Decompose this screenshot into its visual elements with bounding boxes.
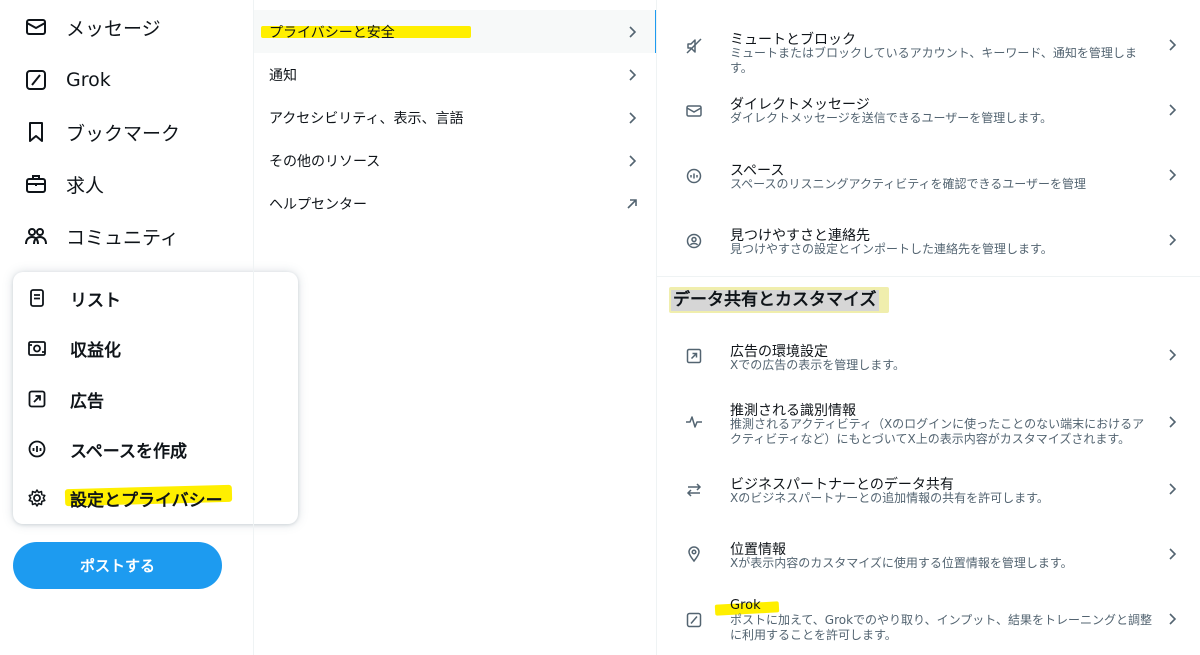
chevron-right-icon bbox=[1169, 39, 1177, 51]
privacy-item-desc: Xが表示内容のカスタマイズに使用する位置情報を管理します。 bbox=[730, 556, 1073, 570]
chevron-right-icon bbox=[1169, 483, 1177, 495]
nav-item-label: コミュニティ bbox=[66, 226, 179, 249]
people-icon bbox=[25, 228, 47, 245]
briefcase-icon bbox=[26, 175, 46, 193]
spaces-icon bbox=[686, 168, 702, 184]
nav-item-communities[interactable]: コミュニティ bbox=[24, 221, 179, 251]
privacy-item-desc: Xでの広告の表示を管理します。 bbox=[730, 358, 906, 372]
chevron-right-icon bbox=[1169, 234, 1177, 246]
nav-item-messages[interactable]: メッセージ bbox=[24, 12, 161, 42]
external-link-icon bbox=[627, 199, 637, 209]
settings-item-label: ヘルプセンター bbox=[269, 196, 367, 213]
privacy-item-desc: ミュートまたはブロックしているアカウント、キーワード、通知を管理します。 bbox=[730, 46, 1137, 75]
chevron-right-icon bbox=[1169, 548, 1177, 560]
grok-icon bbox=[26, 70, 46, 90]
monetization-icon bbox=[28, 341, 46, 356]
menu-item-monetization[interactable]: 収益化 bbox=[27, 333, 121, 363]
privacy-item-location[interactable]: 位置情報 Xが表示内容のカスタマイズに使用する位置情報を管理します。 bbox=[657, 528, 1200, 588]
privacy-item-desc: ポストに加えて、Grokでのやり取り、インプット、結果をトレーニングと調整に利用… bbox=[730, 613, 1152, 642]
privacy-item-direct-messages[interactable]: ダイレクトメッセージ ダイレクトメッセージを送信できるユーザーを管理します。 bbox=[657, 78, 1200, 138]
privacy-item-spaces[interactable]: スペース スペースのリスニングアクティビティを確認できるユーザーを管理 bbox=[657, 144, 1200, 204]
envelope-icon bbox=[26, 19, 46, 35]
privacy-item-grok[interactable]: Grok ポストに加えて、Grokでのやり取り、インプット、結果をトレーニングと… bbox=[657, 592, 1200, 652]
settings-item-label: プライバシーと安全 bbox=[269, 24, 395, 41]
nav-item-grok[interactable]: Grok bbox=[24, 65, 111, 95]
nav-item-bookmarks[interactable]: ブックマーク bbox=[24, 117, 180, 147]
exchange-icon bbox=[686, 483, 702, 497]
ads-arrow-icon bbox=[686, 348, 702, 364]
settings-menu: プライバシーと安全 通知 アクセシビリティ、表示、言語 その他のリソース ヘルプ… bbox=[253, 0, 657, 655]
menu-item-settings-privacy[interactable]: 設定とプライバシー bbox=[27, 483, 223, 513]
left-navigation: メッセージ Grok ブックマーク 求人 コミュニティ リスト 収益化 広告 ス… bbox=[0, 0, 298, 655]
envelope-icon bbox=[686, 105, 702, 117]
chevron-right-icon bbox=[629, 69, 637, 81]
settings-item-privacy-safety[interactable]: プライバシーと安全 bbox=[254, 10, 655, 53]
section-title-data-sharing: データ共有とカスタマイズ bbox=[671, 290, 879, 311]
privacy-item-inferred-identity[interactable]: 推測される識別情報 推測されるアクティビティ（Xのログインに使ったことのない端末… bbox=[657, 390, 1200, 456]
privacy-item-desc: Xのビジネスパートナーとの追加情報の共有を許可します。 bbox=[730, 491, 1049, 505]
section-divider bbox=[657, 276, 1200, 277]
chevron-right-icon bbox=[1169, 416, 1177, 428]
list-icon bbox=[30, 289, 44, 307]
chevron-right-icon bbox=[1169, 613, 1177, 625]
nav-item-label: ブックマーク bbox=[66, 122, 181, 145]
settings-item-help-center[interactable]: ヘルプセンター bbox=[254, 182, 655, 225]
menu-item-label: 広告 bbox=[70, 391, 104, 412]
privacy-item-discoverability[interactable]: 見つけやすさと連絡先 見つけやすさの設定とインポートした連絡先を管理します。 bbox=[657, 210, 1200, 270]
chevron-right-icon bbox=[1169, 104, 1177, 116]
nav-item-label: メッセージ bbox=[66, 17, 161, 40]
privacy-item-desc: ダイレクトメッセージを送信できるユーザーを管理します。 bbox=[730, 111, 1053, 125]
gear-icon bbox=[28, 489, 46, 507]
nav-item-jobs[interactable]: 求人 bbox=[24, 169, 104, 199]
privacy-item-business-partners[interactable]: ビジネスパートナーとのデータ共有 Xのビジネスパートナーとの追加情報の共有を許可… bbox=[657, 462, 1200, 522]
chevron-right-icon bbox=[629, 112, 637, 124]
settings-item-label: アクセシビリティ、表示、言語 bbox=[269, 110, 464, 127]
menu-item-label: 設定とプライバシー bbox=[70, 490, 223, 511]
chevron-right-icon bbox=[629, 26, 637, 38]
chevron-right-icon bbox=[629, 155, 637, 167]
menu-item-lists[interactable]: リスト bbox=[27, 283, 121, 313]
grok-icon bbox=[686, 612, 702, 628]
nav-item-label: Grok bbox=[66, 69, 111, 91]
activity-icon bbox=[686, 416, 702, 428]
menu-item-label: 収益化 bbox=[70, 340, 121, 361]
privacy-item-mute-block[interactable]: ミュートとブロック ミュートまたはブロックしているアカウント、キーワード、通知を… bbox=[657, 12, 1200, 75]
privacy-item-ad-preferences[interactable]: 広告の環境設定 Xでの広告の表示を管理します。 bbox=[657, 326, 1200, 386]
post-button[interactable]: ポストする bbox=[13, 542, 222, 589]
menu-item-label: スペースを作成 bbox=[70, 441, 187, 462]
location-pin-icon bbox=[688, 546, 700, 563]
nav-item-label: 求人 bbox=[66, 174, 105, 197]
ads-arrow-icon bbox=[28, 390, 46, 408]
privacy-item-desc: 見つけやすさの設定とインポートした連絡先を管理します。 bbox=[730, 242, 1053, 256]
privacy-item-desc: スペースのリスニングアクティビティを確認できるユーザーを管理 bbox=[730, 177, 1087, 191]
bookmark-icon bbox=[29, 122, 43, 142]
menu-item-label: リスト bbox=[70, 290, 121, 311]
settings-item-label: 通知 bbox=[269, 67, 297, 84]
discoverability-icon bbox=[686, 233, 702, 249]
privacy-item-desc: 推測されるアクティビティ（Xのログインに使ったことのない端末におけるアクティビテ… bbox=[730, 417, 1145, 446]
settings-item-notifications[interactable]: 通知 bbox=[254, 53, 655, 96]
settings-item-resources[interactable]: その他のリソース bbox=[254, 139, 655, 182]
settings-item-label: その他のリソース bbox=[269, 153, 381, 170]
menu-item-ads[interactable]: 広告 bbox=[27, 384, 104, 414]
chevron-right-icon bbox=[1169, 349, 1177, 361]
privacy-settings-panel: ミュートとブロック ミュートまたはブロックしているアカウント、キーワード、通知を… bbox=[656, 0, 1200, 655]
menu-item-create-space[interactable]: スペースを作成 bbox=[27, 434, 187, 464]
chevron-right-icon bbox=[1169, 169, 1177, 181]
privacy-item-title: Grok bbox=[730, 598, 761, 613]
settings-item-accessibility[interactable]: アクセシビリティ、表示、言語 bbox=[254, 96, 655, 139]
mute-icon bbox=[686, 38, 702, 54]
spaces-icon bbox=[28, 440, 46, 458]
